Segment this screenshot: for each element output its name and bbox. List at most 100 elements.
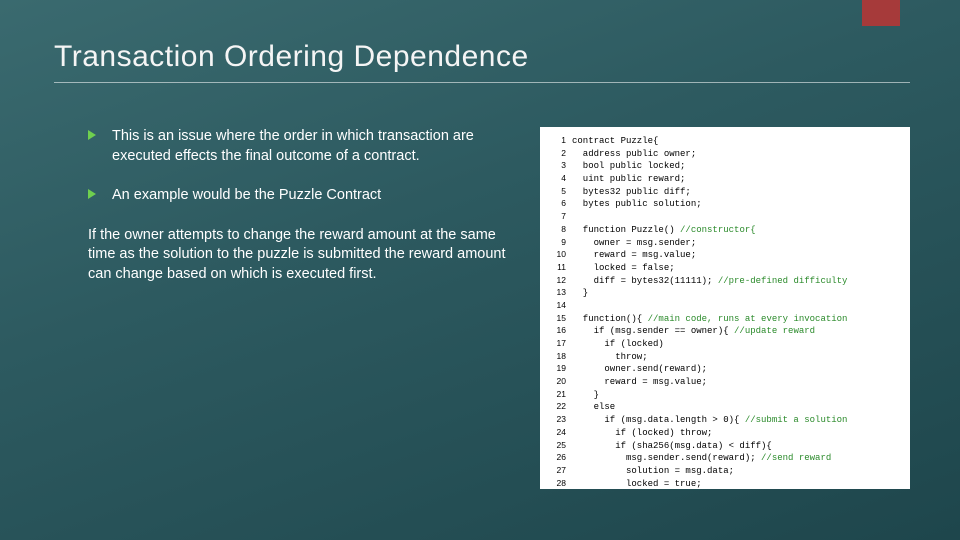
- code-line: 28 locked = true;: [550, 478, 900, 489]
- title-rule: [54, 82, 910, 83]
- line-number: 13: [550, 287, 566, 298]
- code-line: 9 owner = msg.sender;: [550, 237, 900, 250]
- bullet-text: An example would be the Puzzle Contract: [112, 187, 381, 203]
- code-text: if (locked) throw;: [572, 428, 712, 438]
- line-number: 20: [550, 376, 566, 387]
- code-line: 12 diff = bytes32(11111); //pre-defined …: [550, 275, 900, 288]
- code-comment: //send reward: [761, 453, 831, 463]
- code-line: 4 uint public reward;: [550, 173, 900, 186]
- code-text: if (msg.sender == owner){: [572, 326, 734, 336]
- code-text: }: [572, 288, 588, 298]
- code-line: 20 reward = msg.value;: [550, 376, 900, 389]
- code-text: owner.send(reward);: [572, 364, 707, 374]
- code-line: 18 throw;: [550, 351, 900, 364]
- code-block: 1 contract Puzzle{ 2 address public owner;…: [550, 135, 900, 489]
- page-title: Transaction Ordering Dependence: [54, 40, 910, 74]
- code-line: 10 reward = msg.value;: [550, 249, 900, 262]
- line-number: 6: [550, 198, 566, 209]
- code-text: if (sha256(msg.data) < diff){: [572, 441, 772, 451]
- chevron-right-icon: [88, 189, 96, 199]
- code-text: if (msg.data.length > 0){: [572, 415, 745, 425]
- code-line: 19 owner.send(reward);: [550, 363, 900, 376]
- code-line: 7: [550, 211, 900, 224]
- code-line: 1 contract Puzzle{: [550, 135, 900, 148]
- code-line: 3 bool public locked;: [550, 160, 900, 173]
- line-number: 25: [550, 440, 566, 451]
- code-text: }: [572, 390, 599, 400]
- code-text: contract Puzzle{: [572, 136, 658, 146]
- line-number: 27: [550, 465, 566, 476]
- code-text: uint public reward;: [572, 174, 685, 184]
- code-line: 24 if (locked) throw;: [550, 427, 900, 440]
- code-text: bool public locked;: [572, 161, 685, 171]
- line-number: 23: [550, 414, 566, 425]
- code-text: if (locked): [572, 339, 664, 349]
- text-column: This is an issue where the order in whic…: [54, 127, 524, 489]
- line-number: 24: [550, 427, 566, 438]
- line-number: 11: [550, 262, 566, 273]
- line-number: 18: [550, 351, 566, 362]
- line-number: 5: [550, 186, 566, 197]
- line-number: 8: [550, 224, 566, 235]
- code-text: diff = bytes32(11111);: [572, 276, 718, 286]
- code-line: 16 if (msg.sender == owner){ //update re…: [550, 325, 900, 338]
- code-text: msg.sender.send(reward);: [572, 453, 761, 463]
- code-line: 17 if (locked): [550, 338, 900, 351]
- code-text: owner = msg.sender;: [572, 238, 696, 248]
- code-text: bytes32 public diff;: [572, 187, 691, 197]
- line-number: 9: [550, 237, 566, 248]
- chevron-right-icon: [88, 130, 96, 140]
- code-comment: //submit a solution: [745, 415, 848, 425]
- code-comment: //constructor{: [680, 225, 756, 235]
- code-line: 22 else: [550, 401, 900, 414]
- line-number: 10: [550, 249, 566, 260]
- code-text: throw;: [572, 352, 648, 362]
- line-number: 12: [550, 275, 566, 286]
- code-line: 14: [550, 300, 900, 313]
- code-text: function Puzzle(): [572, 225, 680, 235]
- code-line: 2 address public owner;: [550, 148, 900, 161]
- code-line: 6 bytes public solution;: [550, 198, 900, 211]
- line-number: 3: [550, 160, 566, 171]
- line-number: 4: [550, 173, 566, 184]
- code-comment: //pre-defined difficulty: [718, 276, 848, 286]
- content-row: This is an issue where the order in whic…: [54, 127, 910, 489]
- code-text: address public owner;: [572, 149, 696, 159]
- code-text: function(){: [572, 314, 648, 324]
- code-line: 13 }: [550, 287, 900, 300]
- code-line: 27 solution = msg.data;: [550, 465, 900, 478]
- code-line: 21 }: [550, 389, 900, 402]
- code-text: reward = msg.value;: [572, 377, 707, 387]
- code-text: bytes public solution;: [572, 199, 702, 209]
- code-line: 23 if (msg.data.length > 0){ //submit a …: [550, 414, 900, 427]
- code-figure: 1 contract Puzzle{ 2 address public owner;…: [540, 127, 910, 489]
- line-number: 19: [550, 363, 566, 374]
- code-line: 15 function(){ //main code, runs at ever…: [550, 313, 900, 326]
- code-line: 11 locked = false;: [550, 262, 900, 275]
- line-number: 17: [550, 338, 566, 349]
- bullet-item: An example would be the Puzzle Contract: [88, 186, 524, 206]
- code-text: reward = msg.value;: [572, 250, 696, 260]
- code-line: 26 msg.sender.send(reward); //send rewar…: [550, 452, 900, 465]
- code-comment: //main code, runs at every invocation: [648, 314, 848, 324]
- line-number: 7: [550, 211, 566, 222]
- line-number: 1: [550, 135, 566, 146]
- code-text: else: [572, 402, 615, 412]
- line-number: 14: [550, 300, 566, 311]
- code-text: locked = false;: [572, 263, 675, 273]
- line-number: 2: [550, 148, 566, 159]
- line-number: 22: [550, 401, 566, 412]
- code-text: solution = msg.data;: [572, 466, 734, 476]
- line-number: 26: [550, 452, 566, 463]
- line-number: 28: [550, 478, 566, 489]
- line-number: 21: [550, 389, 566, 400]
- code-line: 5 bytes32 public diff;: [550, 186, 900, 199]
- bullet-item: This is an issue where the order in whic…: [88, 127, 524, 166]
- code-line: 8 function Puzzle() //constructor{: [550, 224, 900, 237]
- bullet-text: This is an issue where the order in whic…: [112, 128, 474, 164]
- code-line: 25 if (sha256(msg.data) < diff){: [550, 440, 900, 453]
- line-number: 16: [550, 325, 566, 336]
- paragraph: If the owner attempts to change the rewa…: [88, 226, 524, 285]
- slide: Transaction Ordering Dependence This is …: [0, 0, 960, 540]
- line-number: 15: [550, 313, 566, 324]
